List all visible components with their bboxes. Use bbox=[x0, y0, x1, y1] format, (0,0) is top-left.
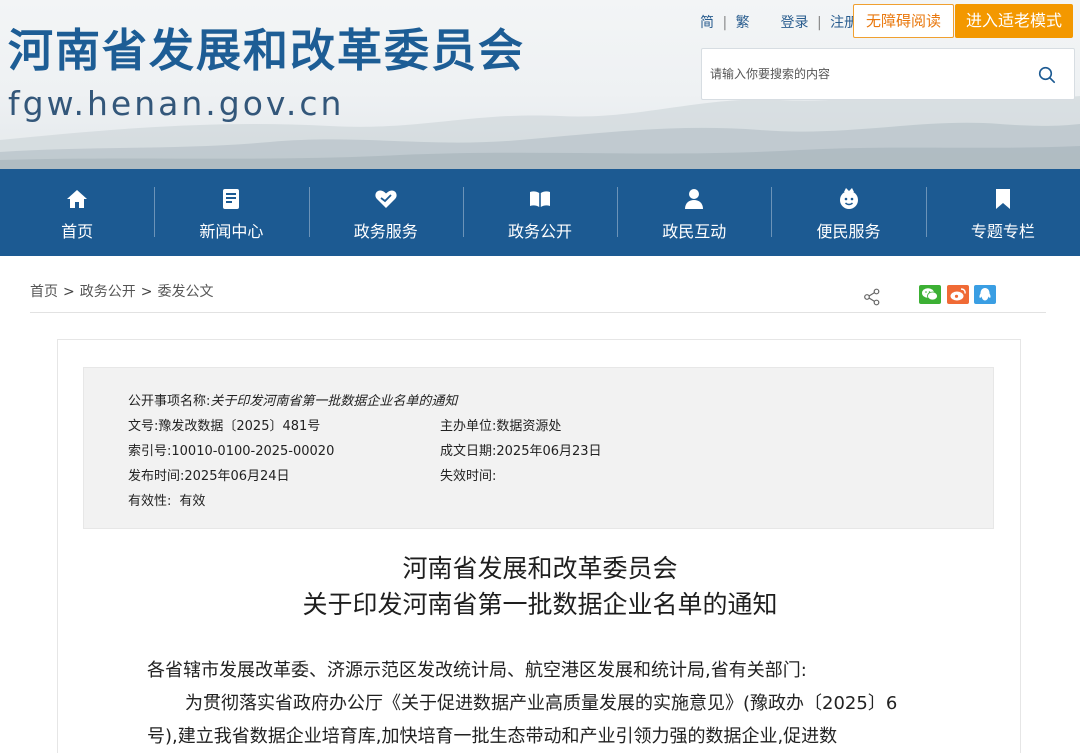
bookmark-icon bbox=[995, 189, 1010, 209]
nav-label: 政民互动 bbox=[662, 222, 727, 241]
site-domain: fgw.henan.gov.cn bbox=[8, 84, 345, 123]
meta-doc-no: 文号:豫发改数据〔2025〕481号 bbox=[128, 415, 320, 434]
main-nav: 首页 新闻中心 政务服务 政务公开 政民互动 便民服务 专题专栏 bbox=[0, 169, 1080, 256]
breadcrumb-divider bbox=[30, 312, 1046, 313]
nav-item-news[interactable]: 新闻中心 bbox=[154, 169, 308, 256]
nav-label: 专题专栏 bbox=[970, 222, 1035, 241]
meta-validity: 有效性: 有效 bbox=[128, 490, 205, 509]
share-icon[interactable] bbox=[863, 288, 881, 306]
meta-host: 主办单位:数据资源处 bbox=[440, 415, 561, 434]
site-header: 河南省发展和改革委员会 fgw.henan.gov.cn 简 | 繁 登录 | … bbox=[0, 0, 1080, 169]
nav-item-gov-service[interactable]: 政务服务 bbox=[308, 169, 463, 256]
meta-created: 成文日期:2025年06月23日 bbox=[440, 440, 602, 459]
breadcrumb-separator: > bbox=[63, 284, 75, 300]
nav-item-home[interactable]: 首页 bbox=[0, 169, 154, 256]
meta-index: 索引号:10010-0100-2025-00020 bbox=[128, 440, 334, 459]
nav-label: 便民服务 bbox=[816, 222, 881, 241]
meta-label: 公开事项名称: bbox=[128, 394, 211, 409]
weibo-share-icon[interactable] bbox=[947, 285, 969, 304]
traditional-chinese-link[interactable]: 繁 bbox=[736, 12, 750, 32]
meta-expire: 失效时间: bbox=[440, 465, 496, 484]
divider: | bbox=[722, 15, 728, 31]
meta-value: 2025年06月24日 bbox=[184, 469, 290, 484]
people-icon bbox=[685, 189, 704, 209]
meta-label: 文号: bbox=[128, 419, 159, 434]
accessible-reading-button[interactable]: 无障碍阅读 bbox=[853, 4, 954, 38]
meta-value: 数据资源处 bbox=[496, 419, 562, 434]
meta-label: 发布时间: bbox=[128, 469, 185, 484]
meta-value: 10010-0100-2025-00020 bbox=[171, 444, 335, 459]
news-icon bbox=[223, 189, 240, 209]
top-links: 简 | 繁 登录 | 注册 bbox=[700, 12, 858, 32]
meta-label: 失效时间: bbox=[440, 469, 497, 484]
nav-label: 政务服务 bbox=[353, 222, 418, 241]
document-body-line: 号),建立我省数据企业培育库,加快培育一批生态带动和产业引领力强的数据企业,促进… bbox=[147, 726, 838, 747]
meta-label: 成文日期: bbox=[440, 444, 497, 459]
nav-label: 政务公开 bbox=[507, 222, 572, 241]
document-body-line: 为贯彻落实省政府办公厅《关于促进数据产业高质量发展的实施意见》(豫政办〔2025… bbox=[185, 693, 898, 714]
document-metadata: 公开事项名称:关于印发河南省第一批数据企业名单的通知 文号:豫发改数据〔2025… bbox=[83, 367, 994, 529]
document-salutation: 各省辖市发展改革委、济源示范区发改统计局、航空港区发展和统计局,省有关部门: bbox=[147, 660, 807, 681]
nav-item-topics[interactable]: 专题专栏 bbox=[925, 169, 1080, 256]
meta-value: 关于印发河南省第一批数据企业名单的通知 bbox=[210, 394, 458, 409]
search-icon[interactable] bbox=[1038, 66, 1056, 84]
meta-item-name: 公开事项名称:关于印发河南省第一批数据企业名单的通知 bbox=[128, 390, 457, 409]
home-icon bbox=[67, 190, 88, 208]
meta-value: 豫发改数据〔2025〕481号 bbox=[158, 419, 321, 434]
nav-label: 首页 bbox=[61, 222, 94, 241]
divider: | bbox=[816, 15, 822, 31]
nav-item-convenience[interactable]: 便民服务 bbox=[771, 169, 925, 256]
search-box bbox=[701, 48, 1075, 100]
wechat-share-icon[interactable] bbox=[919, 285, 941, 304]
service-icon bbox=[375, 190, 397, 208]
meta-label: 主办单位: bbox=[440, 419, 497, 434]
breadcrumb-section[interactable]: 政务公开 bbox=[80, 284, 136, 300]
breadcrumb: 首页 > 政务公开 > 委发公文 bbox=[30, 281, 213, 301]
breadcrumb-home[interactable]: 首页 bbox=[30, 284, 58, 300]
site-title[interactable]: 河南省发展和改革委员会 bbox=[8, 14, 525, 79]
convenience-icon bbox=[839, 188, 858, 209]
breadcrumb-current[interactable]: 委发公文 bbox=[157, 284, 213, 300]
meta-label: 索引号: bbox=[128, 444, 172, 459]
nav-item-gov-open[interactable]: 政务公开 bbox=[462, 169, 617, 256]
breadcrumb-separator: > bbox=[140, 284, 153, 300]
meta-label: 有效性: bbox=[128, 494, 172, 509]
document-title-line1: 河南省发展和改革委员会 bbox=[402, 554, 678, 583]
qq-share-icon[interactable] bbox=[974, 285, 996, 304]
meta-value: 有效 bbox=[179, 494, 206, 509]
nav-item-interaction[interactable]: 政民互动 bbox=[617, 169, 771, 256]
nav-label: 新闻中心 bbox=[199, 222, 264, 241]
meta-publish: 发布时间:2025年06月24日 bbox=[128, 465, 290, 484]
elder-mode-button[interactable]: 进入适老模式 bbox=[955, 4, 1073, 38]
document-title-line2: 关于印发河南省第一批数据企业名单的通知 bbox=[302, 590, 778, 619]
search-input[interactable] bbox=[710, 49, 1030, 99]
book-icon bbox=[529, 191, 550, 207]
meta-value: 2025年06月23日 bbox=[496, 444, 602, 459]
login-link[interactable]: 登录 bbox=[781, 12, 809, 32]
simplified-chinese-link[interactable]: 简 bbox=[700, 12, 714, 32]
